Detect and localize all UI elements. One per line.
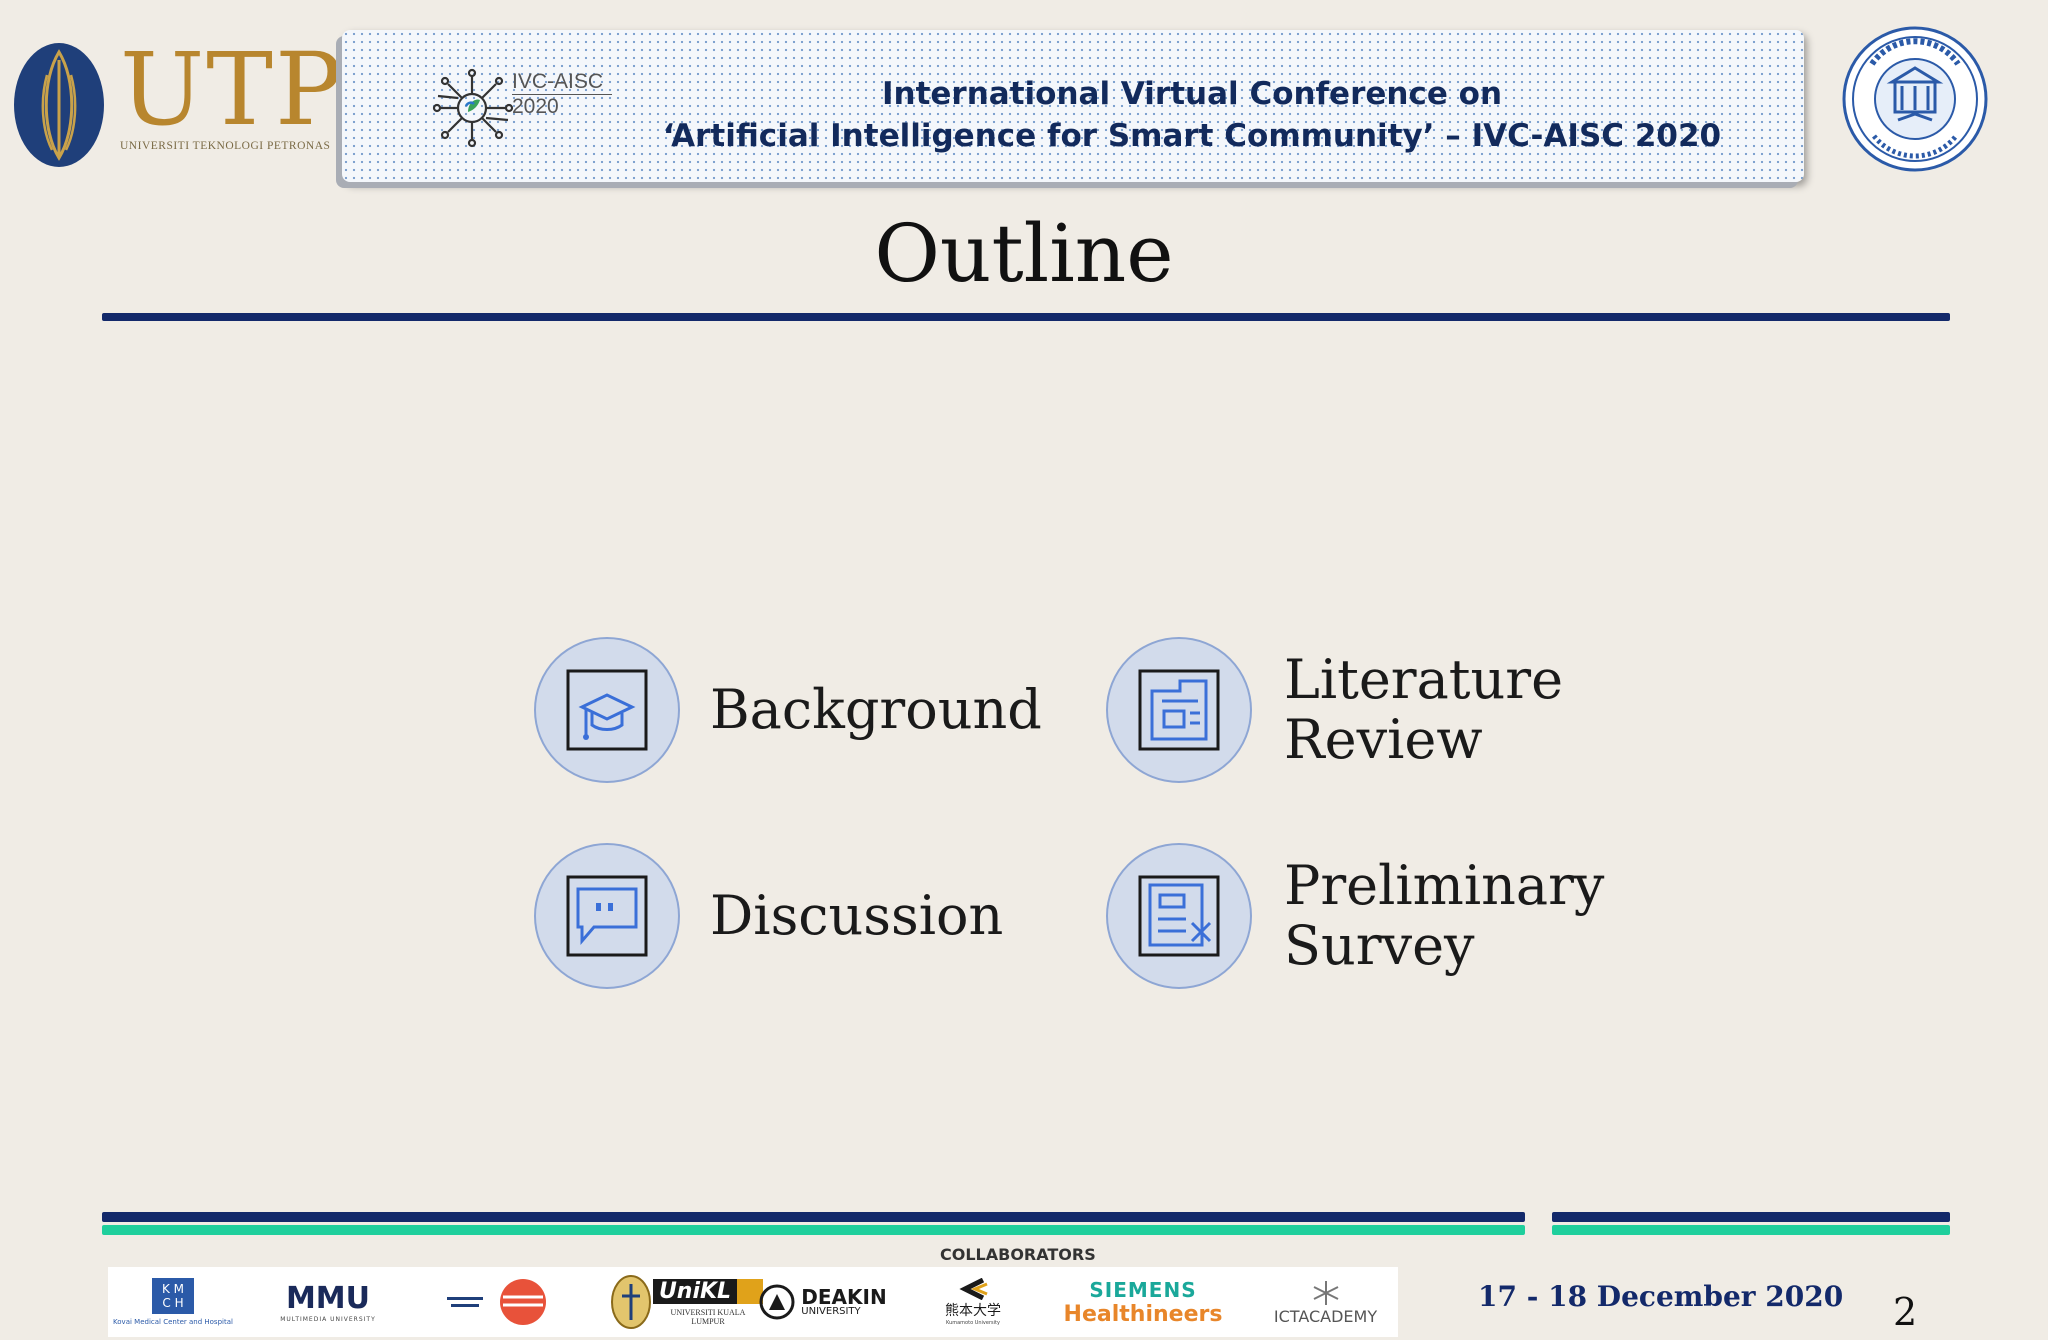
unikl-logo-text: UniKL [652,1278,764,1304]
title-divider [102,313,1950,321]
kmch-logo-caption: Kovai Medical Center and Hospital [113,1318,233,1326]
deakin-icon [759,1284,795,1320]
institute-seal-icon [1842,26,1988,172]
graduation-cap-glyph [566,669,648,751]
outline-label-review: Review [1284,708,1483,771]
utp-logo: UTP UNIVERSITI TEKNOLOGI PETRONAS [12,40,342,170]
document-layout-icon [1106,637,1252,783]
kumamoto-logo-text: 熊本大学 [945,1303,1001,1319]
kumamoto-logo-caption: Kumamoto University [946,1320,1000,1326]
ivc-circuit-icon [432,68,514,148]
kumamoto-logo: 熊本大学 Kumamoto University [918,1267,1028,1337]
siemens-healthineers-logo: SIEMENS Healthineers [1058,1267,1228,1337]
chat-bubble-glyph [566,875,648,957]
form-edit-glyph [1138,875,1220,957]
graduation-cap-icon [534,637,680,783]
unikl-logo-caption: UNIVERSITI KUALA LUMPUR [670,1307,746,1326]
utp-emblem-icon [14,43,104,167]
chat-bubble-icon [534,843,680,989]
crest-icon [610,1275,651,1329]
collaborator-logo-strip: K M C H Kovai Medical Center and Hospita… [108,1267,1398,1337]
footer-bar-teal-right [1552,1225,1950,1235]
form-edit-icon [1106,843,1252,989]
uniten-icon [447,1279,546,1325]
outline-label-preliminary: Preliminary [1284,854,1605,917]
kumamoto-icon [959,1278,988,1300]
deakin-logo-text-wrap: DEAKIN UNIVERSITY [801,1287,886,1317]
ivc-logo-name: IVC-AISC [512,70,612,95]
collaborators-label: COLLABORATORS [940,1245,1096,1264]
ictacademy-icon [1313,1280,1338,1305]
page-number: 2 [1893,1290,1918,1334]
university-tenaga-logo [438,1267,558,1337]
document-layout-glyph [1138,669,1220,751]
mmu-logo: MMU MULTIMEDIA UNIVERSITY [268,1267,388,1337]
crest-logo [608,1267,653,1337]
deakin-logo-text: DEAKIN [801,1285,887,1309]
conference-title-line2: ‘Artificial Intelligence for Smart Commu… [662,118,1722,154]
ictacademy-logo-text: ICTACADEMY [1273,1306,1378,1326]
event-date: 17 - 18 December 2020 [1478,1280,1844,1313]
footer-bar-teal-left [102,1225,1525,1235]
outline-label-literature: Literature [1284,648,1564,711]
outline-label-background: Background [710,678,1042,741]
deakin-logo: DEAKIN UNIVERSITY [758,1267,888,1337]
outline-label-discussion: Discussion [710,884,1004,947]
siemens-logo-text: SIEMENS [1089,1277,1197,1302]
utp-subtitle: UNIVERSITI TEKNOLOGI PETRONAS [120,140,331,152]
slide-title: Outline [874,207,1174,300]
siemens-logo-caption: Healthineers [1063,1301,1223,1327]
ictacademy-logo: ICTACADEMY [1258,1267,1393,1337]
kmch-logo: K M C H Kovai Medical Center and Hospita… [108,1267,238,1337]
kmch-logo-text: K M C H [152,1278,194,1314]
conference-banner: IVC-AISC 2020 International Virtual Conf… [342,30,1804,182]
footer-bar-navy-right [1552,1212,1950,1222]
outline-label-survey: Survey [1284,914,1475,977]
conference-title-line1: International Virtual Conference on [881,76,1503,112]
unikl-logo: UniKL UNIVERSITI KUALA LUMPUR [652,1267,764,1337]
mmu-logo-text: MMU [285,1281,371,1316]
mmu-logo-caption: MULTIMEDIA UNIVERSITY [280,1316,376,1323]
utp-wordmark: UTP [120,31,345,148]
footer-bar-navy-left [102,1212,1525,1222]
